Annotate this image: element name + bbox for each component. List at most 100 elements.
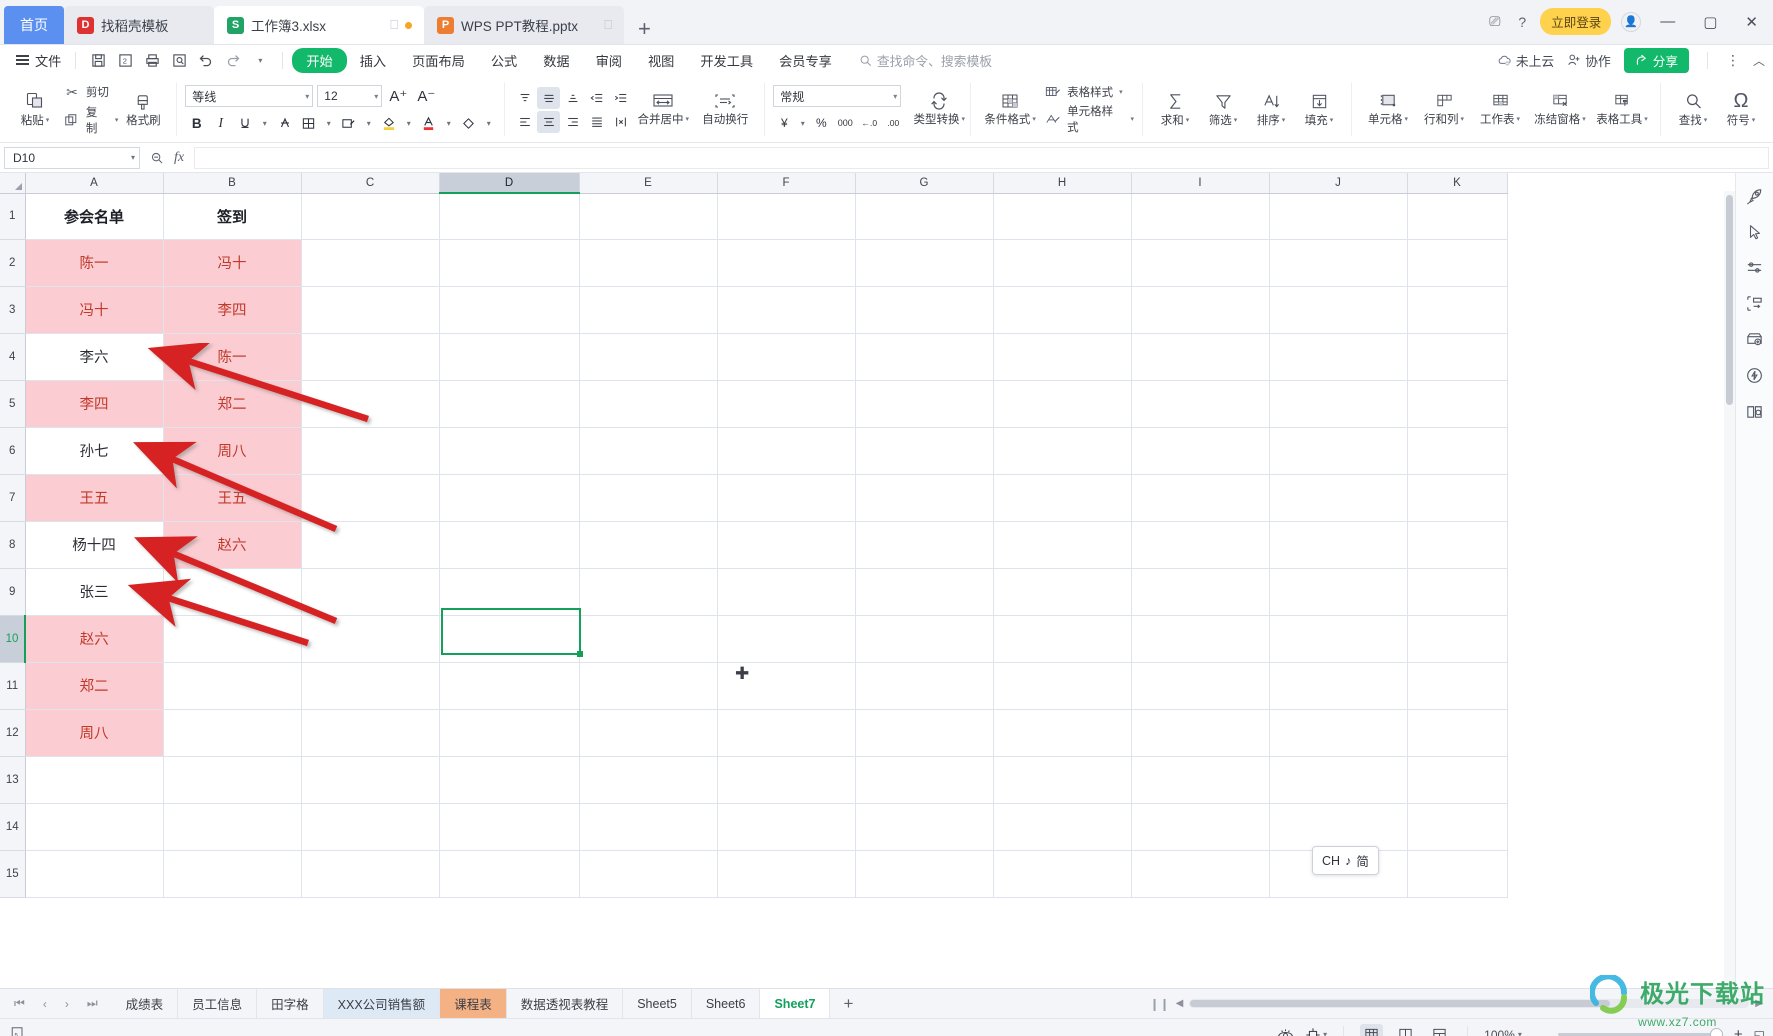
- paste-button[interactable]: 粘贴 ▾: [12, 77, 58, 142]
- cell-K8[interactable]: [1407, 521, 1508, 569]
- currency-button[interactable]: ¥: [773, 112, 795, 134]
- cell-F13[interactable]: [717, 756, 856, 804]
- rows-cols-button[interactable]: 行和列 ▾: [1416, 77, 1472, 142]
- login-button[interactable]: 立即登录: [1540, 8, 1612, 35]
- worksheet-button[interactable]: 工作表 ▾: [1472, 77, 1528, 142]
- vertical-scroll-thumb[interactable]: [1726, 195, 1733, 405]
- cell-K1[interactable]: [1407, 193, 1508, 240]
- cell-A9[interactable]: 张三: [25, 568, 164, 616]
- column-header-J[interactable]: J: [1269, 173, 1408, 194]
- cell-C12[interactable]: [301, 709, 440, 757]
- cell-K10[interactable]: [1407, 615, 1508, 663]
- normal-view-button[interactable]: [1360, 1024, 1384, 1036]
- merge-center-button[interactable]: 合并居中 ▾: [632, 77, 694, 142]
- cell-J2[interactable]: [1269, 239, 1408, 287]
- cell-I13[interactable]: [1131, 756, 1270, 804]
- cell-F2[interactable]: [717, 239, 856, 287]
- row-header-8[interactable]: 8: [0, 521, 26, 569]
- fill-color-button[interactable]: [377, 112, 400, 135]
- cell-E2[interactable]: [579, 239, 718, 287]
- cell-J8[interactable]: [1269, 521, 1408, 569]
- cell-C14[interactable]: [301, 803, 440, 851]
- symbol-button[interactable]: Ω 符号 ▾: [1717, 77, 1765, 142]
- justify-button[interactable]: [585, 111, 608, 133]
- cell-I9[interactable]: [1131, 568, 1270, 616]
- cell-H3[interactable]: [993, 286, 1132, 334]
- cell-K4[interactable]: [1407, 333, 1508, 381]
- cell-B3[interactable]: 李四: [163, 286, 302, 334]
- sheet-tab-sheet6[interactable]: Sheet6: [692, 989, 761, 1018]
- cell-C15[interactable]: [301, 850, 440, 898]
- cell-D13[interactable]: [439, 756, 580, 804]
- cell-J14[interactable]: [1269, 803, 1408, 851]
- cell-effects-dropdown[interactable]: ▾: [361, 112, 376, 135]
- print-icon[interactable]: [140, 49, 164, 71]
- cell-C9[interactable]: [301, 568, 440, 616]
- horizontal-scrollbar[interactable]: [1189, 999, 1750, 1008]
- cells-button[interactable]: 单元格 ▾: [1360, 77, 1416, 142]
- cell-H6[interactable]: [993, 427, 1132, 475]
- cell-F15[interactable]: [717, 850, 856, 898]
- cell-C5[interactable]: [301, 380, 440, 428]
- font-color-dropdown[interactable]: ▾: [441, 112, 456, 135]
- cell-G13[interactable]: [855, 756, 994, 804]
- sheet-tab-xxx-sales[interactable]: XXX公司销售额: [323, 989, 441, 1018]
- next-sheet-button[interactable]: ›: [57, 997, 77, 1011]
- sort-button[interactable]: 排序 ▾: [1247, 77, 1295, 142]
- cell-G4[interactable]: [855, 333, 994, 381]
- borders-dropdown[interactable]: ▾: [321, 112, 336, 135]
- collaborate-button[interactable]: 协作: [1567, 51, 1611, 70]
- cast-icon[interactable]: ⎕: [604, 17, 612, 33]
- last-sheet-button[interactable]: ⏭: [79, 996, 106, 1011]
- decrease-font-size-button[interactable]: A⁻: [414, 85, 438, 108]
- cell-F10[interactable]: [717, 615, 856, 663]
- row-header-9[interactable]: 9: [0, 568, 26, 616]
- customize-qat-icon[interactable]: ▾: [248, 49, 272, 71]
- font-color-button[interactable]: [417, 112, 440, 135]
- ime-status-badge[interactable]: CH ♪ 简: [1312, 846, 1379, 875]
- cell-K2[interactable]: [1407, 239, 1508, 287]
- cell-I4[interactable]: [1131, 333, 1270, 381]
- row-header-4[interactable]: 4: [0, 333, 26, 381]
- cell-A6[interactable]: 孙七: [25, 427, 164, 475]
- cell-J13[interactable]: [1269, 756, 1408, 804]
- first-sheet-button[interactable]: ⏮: [6, 996, 33, 1011]
- row-header-10[interactable]: 10: [0, 615, 26, 663]
- cell-I7[interactable]: [1131, 474, 1270, 522]
- cell-D7[interactable]: [439, 474, 580, 522]
- save-icon[interactable]: [86, 49, 110, 71]
- row-header-11[interactable]: 11: [0, 662, 26, 710]
- cell-B1[interactable]: 签到: [163, 193, 302, 240]
- cell-B9[interactable]: [163, 568, 302, 616]
- cell-H15[interactable]: [993, 850, 1132, 898]
- cell-I15[interactable]: [1131, 850, 1270, 898]
- cell-A8[interactable]: 杨十四: [25, 521, 164, 569]
- more-options-icon[interactable]: ⋮: [1726, 52, 1740, 69]
- command-search[interactable]: 查找命令、搜索模板: [859, 51, 992, 70]
- cell-I11[interactable]: [1131, 662, 1270, 710]
- cell-K15[interactable]: [1407, 850, 1508, 898]
- cell-A10[interactable]: 赵六: [25, 615, 164, 663]
- cell-effects-button[interactable]: [337, 112, 360, 135]
- cell-F6[interactable]: [717, 427, 856, 475]
- column-header-I[interactable]: I: [1131, 173, 1270, 194]
- cell-C13[interactable]: [301, 756, 440, 804]
- sheet-tab-sheet7[interactable]: Sheet7: [760, 989, 831, 1018]
- cell-E7[interactable]: [579, 474, 718, 522]
- cell-J7[interactable]: [1269, 474, 1408, 522]
- cell-H9[interactable]: [993, 568, 1132, 616]
- document-search-icon[interactable]: [1745, 402, 1764, 421]
- cell-K7[interactable]: [1407, 474, 1508, 522]
- cell-D9[interactable]: [439, 568, 580, 616]
- cell-H8[interactable]: [993, 521, 1132, 569]
- type-convert-button[interactable]: 类型转换 ▾: [910, 77, 968, 142]
- copy-button[interactable]: 复制 ▾: [64, 104, 118, 136]
- cell-E3[interactable]: [579, 286, 718, 334]
- cell-D10[interactable]: [439, 615, 580, 663]
- cell-H4[interactable]: [993, 333, 1132, 381]
- cell-E8[interactable]: [579, 521, 718, 569]
- sheet-tab-pivot-tutorial[interactable]: 数据透视表教程: [507, 989, 624, 1018]
- cast-icon[interactable]: ⎕: [390, 17, 398, 33]
- cell-K11[interactable]: [1407, 662, 1508, 710]
- align-middle-button[interactable]: [537, 86, 561, 109]
